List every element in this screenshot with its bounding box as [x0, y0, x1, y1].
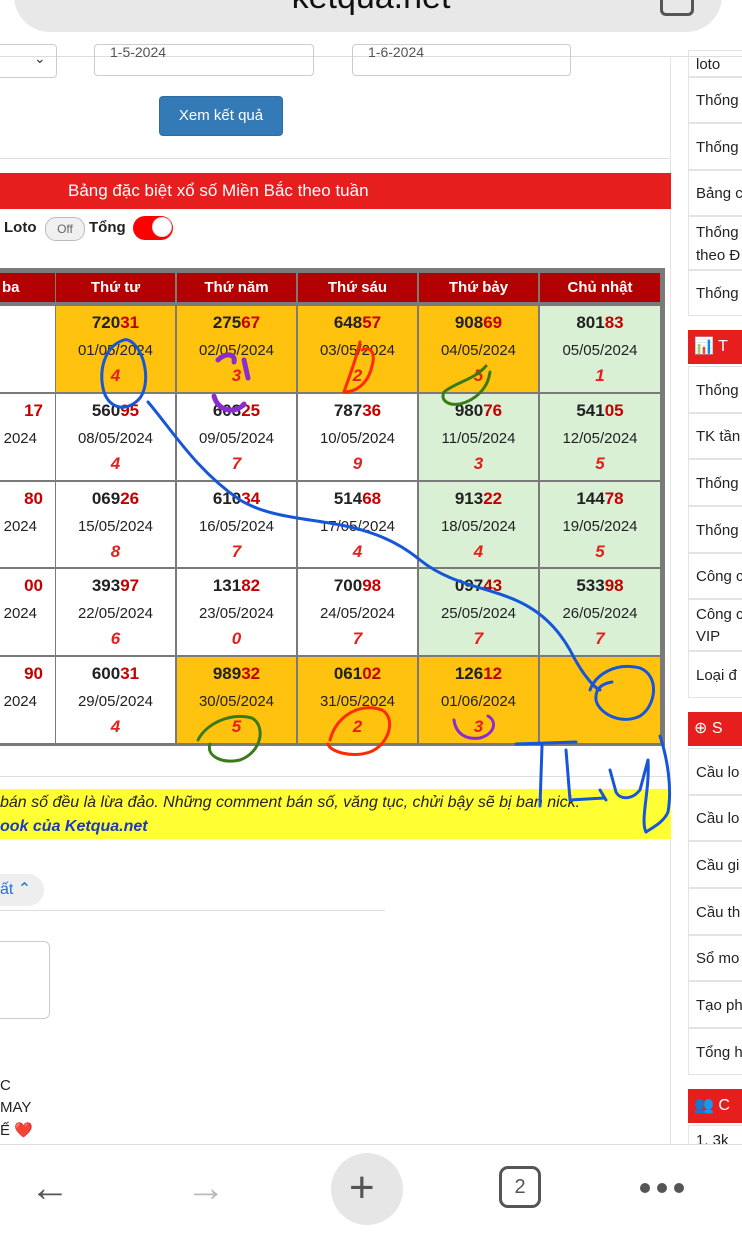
- back-arrow-icon[interactable]: ←: [30, 1168, 70, 1208]
- more-menu-icon[interactable]: [640, 1180, 691, 1198]
- annotation-green-circle: [196, 715, 262, 763]
- forward-arrow-icon[interactable]: →: [186, 1168, 226, 1208]
- annotation-blue-text: [514, 740, 650, 834]
- annotation-purple-circle: [452, 714, 496, 740]
- annotation-purple-mark: [211, 352, 251, 413]
- annotation-orange-mark: [342, 340, 375, 394]
- handwritten-annotations: [100, 338, 672, 834]
- annotation-blue-text: [644, 734, 672, 834]
- plus-icon: +: [349, 1163, 375, 1212]
- annotation-blue-loop: [588, 665, 655, 721]
- annotation-green-mark: [441, 364, 492, 406]
- annotation-blue-circle: [100, 338, 148, 409]
- tab-count-button[interactable]: 2: [499, 1166, 541, 1208]
- annotation-red-circle: [326, 706, 392, 756]
- annotation-blue-curve: [146, 400, 602, 692]
